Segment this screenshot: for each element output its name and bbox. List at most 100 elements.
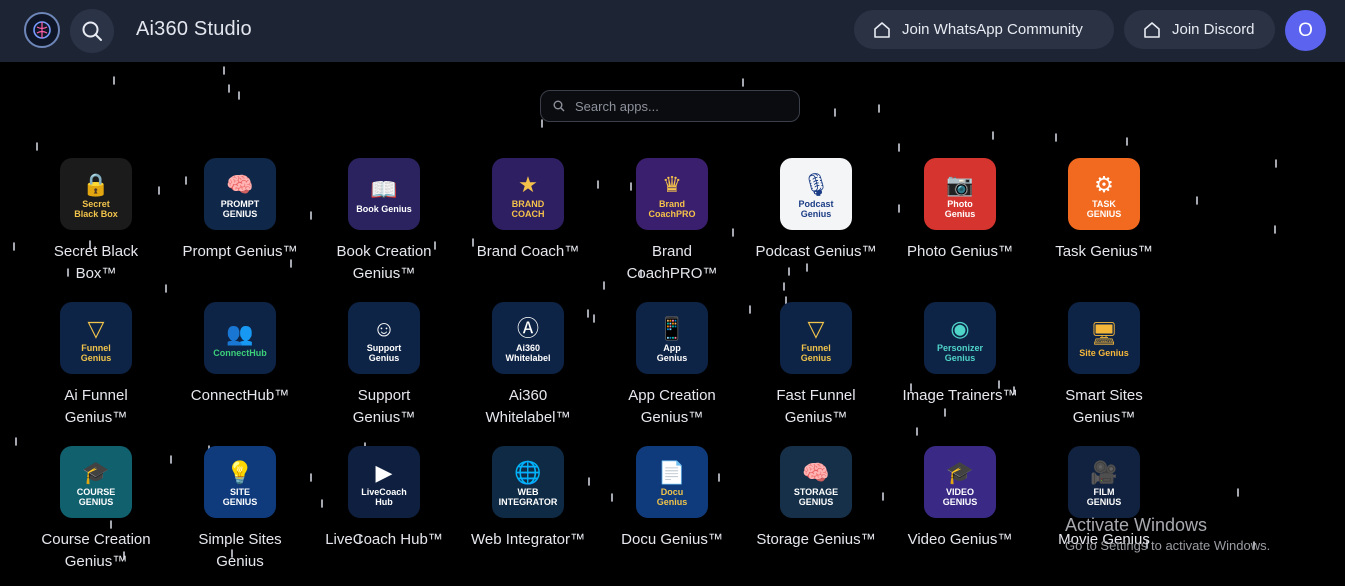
join-whatsapp-button[interactable]: Join WhatsApp Community xyxy=(854,10,1114,49)
app-icon[interactable]: 👥 ConnectHub xyxy=(204,302,276,374)
app-icon[interactable]: 🎙 Podcast Genius xyxy=(780,158,852,230)
app-card[interactable]: ▽ Funnel Genius Fast Funnel Genius™ xyxy=(744,302,888,442)
user-avatar[interactable]: O xyxy=(1285,10,1326,51)
app-card[interactable]: 👥 ConnectHub ConnectHub™ xyxy=(168,302,312,442)
app-name[interactable]: Secret Black Box™ xyxy=(24,241,168,285)
app-icon[interactable]: 🔒 Secret Black Box xyxy=(60,158,132,230)
home-icon xyxy=(874,21,890,38)
app-icon-label: BRAND COACH xyxy=(511,199,545,219)
app-glyph-icon: 🧠 xyxy=(802,460,830,485)
app-name[interactable]: LiveCoach Hub™ xyxy=(312,529,456,551)
app-glyph-icon: 🔒 xyxy=(82,172,110,197)
app-name[interactable]: Web Integrator™ xyxy=(456,529,600,551)
app-name[interactable]: App Creation Genius™ xyxy=(600,385,744,429)
app-icon[interactable]: ☺ Support Genius xyxy=(348,302,420,374)
home-icon xyxy=(1144,21,1160,38)
app-icon-label: PROMPT GENIUS xyxy=(220,199,260,219)
app-card[interactable]: ◉ Personizer Genius Image Trainers™ xyxy=(888,302,1032,442)
join-whatsapp-label: Join WhatsApp Community xyxy=(902,21,1083,38)
app-card[interactable]: Ⓐ Ai360 Whitelabel Ai360 Whitelabel™ xyxy=(456,302,600,442)
app-icon[interactable]: 🎓 VIDEO GENIUS xyxy=(924,446,996,518)
app-card[interactable]: 🌐 WEB INTEGRATOR Web Integrator™ xyxy=(456,446,600,586)
app-icon[interactable]: 🎓 COURSE GENIUS xyxy=(60,446,132,518)
app-card[interactable]: 📖 Book Genius Book Creation Genius™ xyxy=(312,158,456,298)
app-card[interactable]: 🔒 Secret Black Box Secret Black Box™ xyxy=(24,158,168,298)
app-icon[interactable]: 📖 Book Genius xyxy=(348,158,420,230)
app-card[interactable]: 📱 App Genius App Creation Genius™ xyxy=(600,302,744,442)
app-name[interactable]: Ai Funnel Genius™ xyxy=(24,385,168,429)
app-icon-label: Funnel Genius xyxy=(80,343,112,363)
join-discord-label: Join Discord xyxy=(1172,21,1255,38)
app-icon[interactable]: ◉ Personizer Genius xyxy=(924,302,996,374)
app-name[interactable]: Image Trainers™ xyxy=(888,385,1032,407)
app-name[interactable]: Brand CoachPRO™ xyxy=(600,241,744,285)
app-card[interactable]: 📷 Photo Genius Photo Genius™ xyxy=(888,158,1032,298)
app-card[interactable]: ★ BRAND COACH Brand Coach™ xyxy=(456,158,600,298)
app-name[interactable]: Course Creation Genius™ xyxy=(24,529,168,573)
app-icon[interactable]: ▽ Funnel Genius xyxy=(60,302,132,374)
brain-logo-icon[interactable] xyxy=(24,12,60,48)
search-apps-input[interactable] xyxy=(573,97,787,115)
search-button[interactable] xyxy=(70,9,114,53)
app-icon[interactable]: 🌐 WEB INTEGRATOR xyxy=(492,446,564,518)
app-card[interactable]: ⚙ TASK GENIUS Task Genius™ xyxy=(1032,158,1176,298)
app-glyph-icon: ⚙ xyxy=(1094,172,1114,197)
app-icon[interactable]: 📷 Photo Genius xyxy=(924,158,996,230)
app-name[interactable]: Simple Sites Genius xyxy=(168,529,312,573)
app-card[interactable]: 🖥 Site Genius Smart Sites Genius™ xyxy=(1032,302,1176,442)
app-icon-label: Ai360 Whitelabel xyxy=(505,343,551,363)
app-icon[interactable]: ▶ LiveCoach Hub xyxy=(348,446,420,518)
join-discord-button[interactable]: Join Discord xyxy=(1124,10,1275,49)
search-apps-field[interactable] xyxy=(540,90,800,122)
app-icon[interactable]: 🧠 PROMPT GENIUS xyxy=(204,158,276,230)
app-card[interactable]: 🎓 VIDEO GENIUS Video Genius™ xyxy=(888,446,1032,586)
app-icon[interactable]: Ⓐ Ai360 Whitelabel xyxy=(492,302,564,374)
app-name[interactable]: Fast Funnel Genius™ xyxy=(744,385,888,429)
app-glyph-icon: 🎙 xyxy=(802,172,830,197)
app-icon[interactable]: ⚙ TASK GENIUS xyxy=(1068,158,1140,230)
app-icon[interactable]: 🎥 FILM GENIUS xyxy=(1068,446,1140,518)
app-card[interactable]: ▽ Funnel Genius Ai Funnel Genius™ xyxy=(24,302,168,442)
app-icon[interactable]: 📱 App Genius xyxy=(636,302,708,374)
app-name[interactable]: Book Creation Genius™ xyxy=(312,241,456,285)
app-name[interactable]: Task Genius™ xyxy=(1032,241,1176,263)
app-icon[interactable]: 🖥 Site Genius xyxy=(1068,302,1140,374)
app-card[interactable]: 🧠 STORAGE GENIUS Storage Genius™ xyxy=(744,446,888,586)
app-glyph-icon: 🎓 xyxy=(82,460,110,485)
app-glyph-icon: 🎥 xyxy=(1090,460,1118,485)
app-icon[interactable]: 🧠 STORAGE GENIUS xyxy=(780,446,852,518)
app-icon-label: TASK GENIUS xyxy=(1086,199,1122,219)
app-icon[interactable]: 📄 Docu Genius xyxy=(636,446,708,518)
app-glyph-icon: 📄 xyxy=(658,460,686,485)
app-glyph-icon: ▽ xyxy=(87,316,105,341)
app-card[interactable]: 📄 Docu Genius Docu Genius™ xyxy=(600,446,744,586)
app-icon[interactable]: ★ BRAND COACH xyxy=(492,158,564,230)
windows-activation-watermark: Activate Windows Go to Settings to activ… xyxy=(1065,515,1270,553)
app-name[interactable]: Docu Genius™ xyxy=(600,529,744,551)
app-name[interactable]: Smart Sites Genius™ xyxy=(1032,385,1176,429)
app-icon-label: SITE GENIUS xyxy=(222,487,258,507)
app-name[interactable]: Photo Genius™ xyxy=(888,241,1032,263)
app-card[interactable]: 🎙 Podcast Genius Podcast Genius™ xyxy=(744,158,888,298)
app-name[interactable]: ConnectHub™ xyxy=(168,385,312,407)
app-icon-label: Personizer Genius xyxy=(936,343,984,363)
app-name[interactable]: Brand Coach™ xyxy=(456,241,600,263)
app-name[interactable]: Support Genius™ xyxy=(312,385,456,429)
app-card[interactable]: 🧠 PROMPT GENIUS Prompt Genius™ xyxy=(168,158,312,298)
app-name[interactable]: Podcast Genius™ xyxy=(744,241,888,263)
app-name[interactable]: Prompt Genius™ xyxy=(168,241,312,263)
app-name[interactable]: Storage Genius™ xyxy=(744,529,888,551)
app-card[interactable]: ☺ Support Genius Support Genius™ xyxy=(312,302,456,442)
app-card[interactable]: 🎓 COURSE GENIUS Course Creation Genius™ xyxy=(24,446,168,586)
app-glyph-icon: 📷 xyxy=(946,172,974,197)
app-card[interactable]: ♛ Brand CoachPRO Brand CoachPRO™ xyxy=(600,158,744,298)
app-icon-label: Funnel Genius xyxy=(800,343,832,363)
app-icon[interactable]: ♛ Brand CoachPRO xyxy=(636,158,708,230)
app-name[interactable]: Ai360 Whitelabel™ xyxy=(456,385,600,429)
app-icon-label: Secret Black Box xyxy=(74,199,118,219)
app-card[interactable]: 💡 SITE GENIUS Simple Sites Genius xyxy=(168,446,312,586)
app-icon[interactable]: 💡 SITE GENIUS xyxy=(204,446,276,518)
app-name[interactable]: Video Genius™ xyxy=(888,529,1032,551)
app-card[interactable]: ▶ LiveCoach Hub LiveCoach Hub™ xyxy=(312,446,456,586)
app-icon[interactable]: ▽ Funnel Genius xyxy=(780,302,852,374)
